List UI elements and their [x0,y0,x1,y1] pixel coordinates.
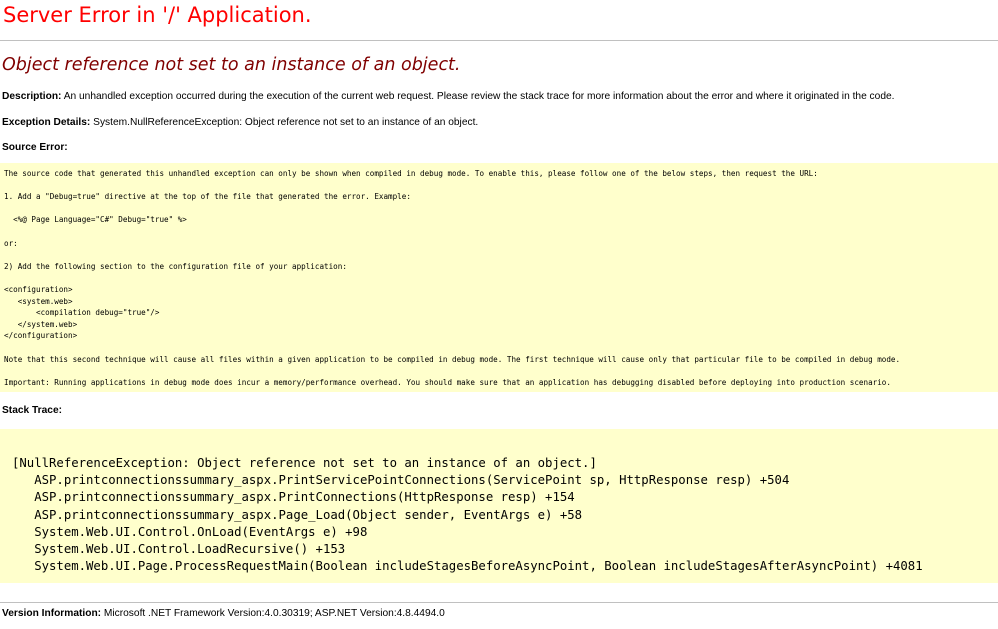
source-error-line: </configuration> [4,331,78,341]
stack-trace-line: ASP.printconnectionssummary_aspx.Page_Lo… [12,507,583,522]
stack-trace-line: System.Web.UI.Control.LoadRecursive() +1… [12,541,346,556]
stack-trace-line: System.Web.UI.Control.OnLoad(EventArgs e… [12,524,368,539]
description-line: Description: An unhandled exception occu… [2,91,894,102]
stack-trace-line: [NullReferenceException: Object referenc… [12,456,597,470]
divider-top [0,40,998,41]
exception-details-text: System.NullReferenceException: Object re… [93,117,479,128]
stack-trace-box: [NullReferenceException: Object referenc… [0,429,998,583]
error-message: Object reference not set to an instance … [2,55,461,75]
source-error-line: or: [4,238,18,248]
stack-trace-heading: Stack Trace: [2,405,63,416]
source-error-line: <configuration> [4,284,73,294]
stack-trace-line: ASP.printconnectionssummary_aspx.PrintSe… [12,473,790,488]
source-error-line: 1. Add a "Debug=true" directive at the t… [4,192,411,202]
source-error-line: 2) Add the following section to the conf… [4,261,347,271]
source-error-line: The source code that generated this unha… [4,169,818,178]
source-error-line: Important: Running applications in debug… [4,377,891,387]
source-error-line: <system.web> [4,296,73,306]
source-error-line: <compilation debug="true"/> [4,308,160,318]
source-error-heading: Source Error: [2,142,68,153]
description-label: Description: [2,91,62,102]
version-information-line: Version Information: Microsoft .NET Fram… [2,608,445,619]
source-error-line: Note that this second technique will cau… [4,354,901,364]
stack-trace-line: ASP.printconnectionssummary_aspx.PrintCo… [12,490,575,505]
divider-bottom [0,602,998,603]
source-error-line: <%@ Page Language="C#" Debug="true" %> [4,215,187,225]
exception-details-line: Exception Details: System.NullReferenceE… [2,117,478,128]
version-information-label: Version Information: [2,608,102,619]
stack-trace-line: System.Web.UI.Page.ProcessRequestMain(Bo… [12,559,923,574]
exception-details-label: Exception Details: [2,117,91,128]
source-error-line: </system.web> [4,319,78,329]
page-title: Server Error in '/' Application. [3,3,312,27]
version-information-text: Microsoft .NET Framework Version:4.0.303… [103,608,445,619]
source-error-box: The source code that generated this unha… [0,163,998,392]
description-text: An unhandled exception occurred during t… [63,91,895,102]
